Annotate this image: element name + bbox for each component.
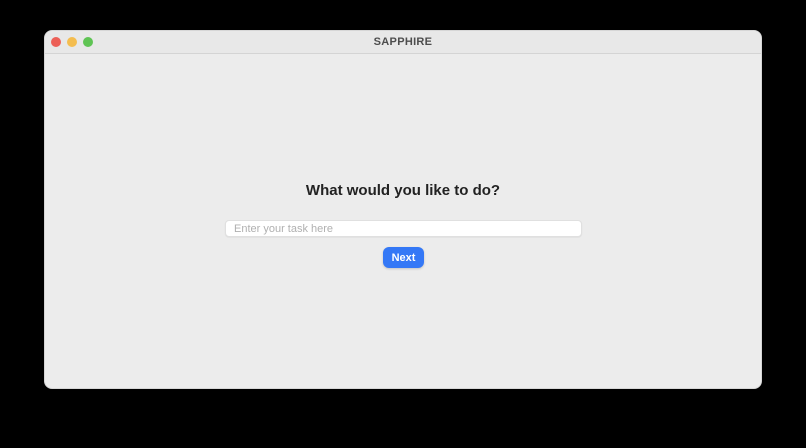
app-window: SAPPHIRE What would you like to do? Next [44,30,762,389]
window-title: SAPPHIRE [373,36,433,48]
task-input[interactable] [225,220,582,237]
main-content: What would you like to do? Next [45,54,761,388]
task-prompt-heading: What would you like to do? [305,182,501,199]
next-button[interactable]: Next [383,247,424,268]
title-bar[interactable]: SAPPHIRE [45,31,761,54]
